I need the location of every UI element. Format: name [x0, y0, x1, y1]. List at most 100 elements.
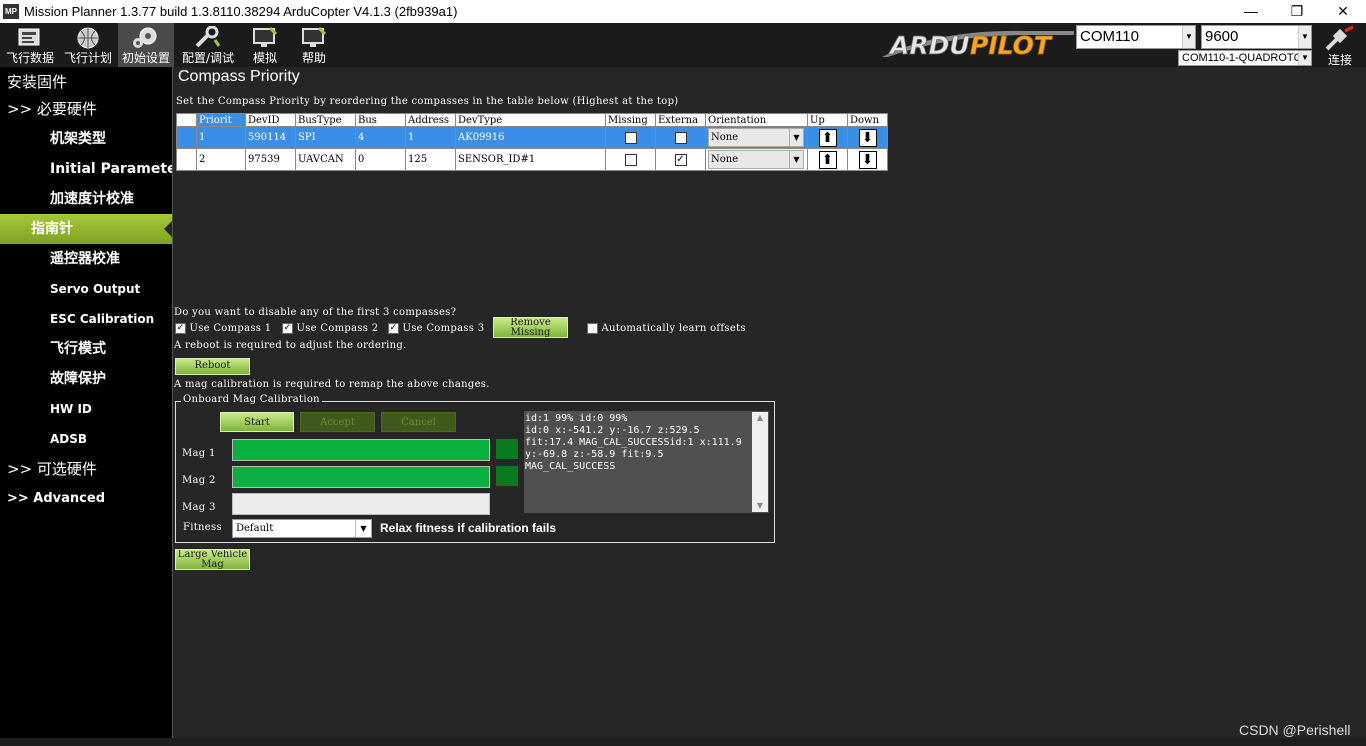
close-button[interactable]: ✕ — [1320, 0, 1366, 23]
col-missing[interactable]: Missing — [605, 113, 656, 127]
orientation-value: None — [711, 154, 739, 165]
arrow-up-icon[interactable]: ⬆ — [818, 150, 837, 169]
missing-checkbox[interactable] — [624, 131, 637, 144]
sidebar-item-advanced[interactable]: >> Advanced — [0, 484, 172, 514]
row-header[interactable] — [176, 148, 197, 171]
use-compass-3-checkbox[interactable]: ✓ — [388, 323, 399, 334]
app-icon: MP — [3, 4, 19, 19]
baud-select[interactable]: 9600 ▼ — [1201, 25, 1312, 49]
compass-priority-table: Priorit DevID BusType Bus Address DevTyp… — [176, 113, 888, 171]
table-row[interactable]: 2 97539 UAVCAN 0 125 SENSOR_ID#1 ✓ None ▼… — [176, 148, 888, 171]
remove-missing-button[interactable]: Remove Missing — [493, 317, 568, 338]
simulation-icon — [253, 26, 278, 47]
large-vehicle-mag-button[interactable]: Large Vehicle Mag — [175, 549, 250, 570]
connect-button[interactable]: 连接 — [1316, 25, 1364, 67]
table-row[interactable]: 1 590114 SPI 4 1 AK09916 None ▼ ⬆ ⬇ — [176, 126, 888, 149]
scroll-down-icon[interactable]: ▼ — [752, 500, 768, 512]
mag2-progress-bar — [232, 466, 490, 488]
minimize-button[interactable]: — — [1228, 0, 1274, 23]
col-bus[interactable]: Bus — [355, 113, 406, 127]
missing-checkbox[interactable] — [624, 153, 637, 166]
use-compass-1-checkbox[interactable]: ✓ — [175, 323, 186, 334]
chevron-down-icon: ▼ — [1298, 51, 1311, 65]
sidebar-item-hw-id[interactable]: HW ID — [0, 394, 172, 424]
priority-instruction: Set the Compass Priority by reordering t… — [176, 96, 679, 107]
external-checkbox[interactable] — [674, 131, 687, 144]
restore-button[interactable]: ❐ — [1274, 0, 1320, 23]
col-devid[interactable]: DevID — [245, 113, 296, 127]
accept-button[interactable]: Accept — [300, 412, 375, 432]
mag2-label: Mag 2 — [182, 475, 216, 486]
scroll-up-icon[interactable]: ▲ — [752, 412, 768, 424]
sidebar-item-mandatory-hardware[interactable]: >> 必要硬件 — [0, 94, 172, 124]
cell-missing — [605, 126, 656, 149]
cell-down: ⬇ — [847, 126, 888, 149]
chevron-down-icon: ▼ — [789, 129, 803, 146]
cell-external: ✓ — [655, 148, 706, 171]
arrow-down-icon[interactable]: ⬇ — [858, 150, 877, 169]
col-up[interactable]: Up — [807, 113, 848, 127]
use-compass-3[interactable]: ✓ Use Compass 3 — [388, 323, 484, 334]
use-compass-2[interactable]: ✓ Use Compass 2 — [282, 323, 378, 334]
help-button[interactable]: 帮助 — [291, 23, 337, 67]
simulation-button[interactable]: 模拟 — [242, 23, 288, 67]
cell-up: ⬆ — [807, 126, 848, 149]
auto-learn-offsets[interactable]: Automatically learn offsets — [587, 323, 746, 334]
flight-data-button[interactable]: 飞行数据 — [2, 23, 58, 67]
cancel-button[interactable]: Cancel — [381, 412, 456, 432]
col-down[interactable]: Down — [847, 113, 888, 127]
sidebar-item-accel-calibration[interactable]: 加速度计校准 — [0, 184, 172, 214]
baud-value: 9600 — [1205, 28, 1239, 45]
fitness-select[interactable]: Default ▼ — [232, 519, 372, 538]
arrow-up-icon[interactable]: ⬆ — [818, 128, 837, 147]
flight-plan-button[interactable]: 飞行计划 — [60, 23, 116, 67]
sidebar-item-compass[interactable]: 指南针 — [0, 214, 172, 244]
reboot-button[interactable]: Reboot — [175, 358, 250, 375]
sidebar-item-install-firmware[interactable]: 安装固件 — [0, 67, 172, 97]
orientation-value: None — [711, 132, 739, 143]
sidebar-item-initial-parameters[interactable]: Initial Paramete — [0, 154, 172, 184]
cell-devtype: AK09916 — [455, 126, 606, 149]
use-compass-2-checkbox[interactable]: ✓ — [282, 323, 293, 334]
orientation-select[interactable]: None ▼ — [708, 128, 804, 147]
onboard-legend: Onboard Mag Calibration — [181, 394, 322, 405]
mag1-progress-fill — [233, 440, 489, 460]
sidebar-item-servo-output[interactable]: Servo Output — [0, 274, 172, 304]
sidebar-item-flight-modes[interactable]: 飞行模式 — [0, 334, 172, 364]
port-select[interactable]: COM110 ▼ — [1076, 25, 1196, 49]
mag2-status-indicator — [496, 466, 518, 486]
col-bustype[interactable]: BusType — [295, 113, 356, 127]
arrow-down-icon[interactable]: ⬇ — [858, 128, 877, 147]
sidebar-item-optional-hardware[interactable]: >> 可选硬件 — [0, 454, 172, 484]
cell-orientation: None ▼ — [705, 148, 808, 171]
use-compass-1-label: Use Compass 1 — [189, 323, 272, 334]
cell-missing — [605, 148, 656, 171]
config-tuning-button[interactable]: 配置/调试 — [178, 23, 238, 67]
sidebar-item-frame-type[interactable]: 机架类型 — [0, 124, 172, 154]
mag1-progress-bar — [232, 439, 490, 461]
sidebar-item-esc-calibration[interactable]: ESC Calibration — [0, 304, 172, 334]
col-orientation[interactable]: Orientation — [705, 113, 808, 127]
chevron-down-icon: ▼ — [789, 151, 803, 168]
port-detail-select[interactable]: COM110-1-QUADROTC ▼ — [1178, 50, 1312, 66]
initial-setup-button[interactable]: 初始设置 — [118, 23, 174, 67]
col-devtype[interactable]: DevType — [455, 113, 606, 127]
use-compass-1[interactable]: ✓ Use Compass 1 — [175, 323, 271, 334]
simulation-label: 模拟 — [252, 51, 277, 65]
cell-orientation: None ▼ — [705, 126, 808, 149]
external-checkbox[interactable]: ✓ — [674, 153, 687, 166]
col-external[interactable]: Externa — [655, 113, 706, 127]
auto-learn-label: Automatically learn offsets — [601, 323, 746, 334]
auto-learn-checkbox[interactable] — [587, 323, 598, 334]
col-priority[interactable]: Priorit — [196, 113, 246, 127]
sidebar-item-failsafe[interactable]: 故障保护 — [0, 364, 172, 394]
sidebar-item-radio-calibration[interactable]: 遥控器校准 — [0, 244, 172, 274]
col-address[interactable]: Address — [405, 113, 456, 127]
row-header[interactable] — [176, 126, 197, 149]
flight-plan-icon — [77, 27, 99, 49]
start-button[interactable]: Start — [220, 412, 294, 432]
orientation-select[interactable]: None ▼ — [708, 150, 804, 169]
sidebar-item-adsb[interactable]: ADSB — [0, 424, 172, 454]
connect-label: 连接 — [1327, 53, 1352, 67]
log-scrollbar[interactable]: ▲ ▼ — [752, 412, 768, 512]
